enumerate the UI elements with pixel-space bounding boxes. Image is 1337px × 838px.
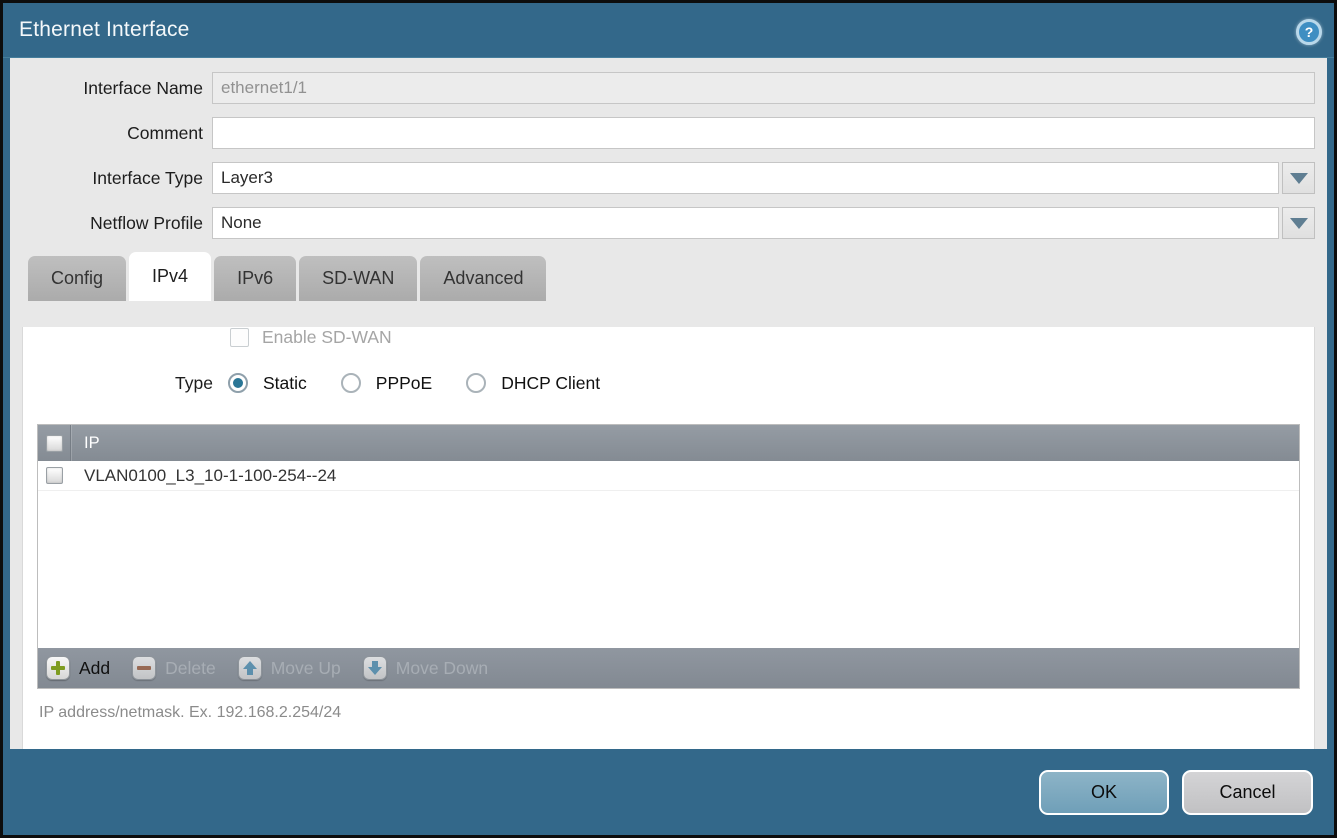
add-button[interactable]: Add bbox=[46, 656, 110, 680]
radio-pppoe[interactable] bbox=[341, 373, 361, 393]
table-row[interactable]: VLAN0100_L3_10-1-100-254--24 bbox=[38, 461, 1299, 491]
form-row-interface-name: Interface Name bbox=[10, 72, 1327, 104]
chevron-down-icon bbox=[1290, 218, 1308, 229]
tab-bar: Config IPv4 IPv6 SD-WAN Advanced bbox=[28, 252, 1327, 301]
interface-name-field bbox=[212, 72, 1315, 104]
move-down-button[interactable]: Move Down bbox=[363, 656, 488, 680]
header-checkbox-cell bbox=[38, 425, 71, 461]
plus-icon bbox=[46, 656, 70, 680]
move-up-button[interactable]: Move Up bbox=[238, 656, 341, 680]
radio-option-dhcp-client[interactable]: DHCP Client bbox=[466, 373, 600, 394]
type-row: Type Static PPPoE DHCP Client bbox=[23, 371, 1314, 395]
radio-dhcp-client-label: DHCP Client bbox=[501, 373, 600, 394]
radio-static[interactable] bbox=[228, 373, 248, 393]
interface-type-dropdown-button[interactable] bbox=[1282, 162, 1315, 194]
radio-pppoe-label: PPPoE bbox=[376, 373, 432, 394]
form-row-netflow-profile: Netflow Profile bbox=[10, 207, 1327, 239]
ethernet-interface-dialog: Ethernet Interface ? Interface Name Comm… bbox=[0, 0, 1337, 838]
chevron-down-icon bbox=[1290, 173, 1308, 184]
form-row-comment: Comment bbox=[10, 117, 1327, 149]
row-checkbox[interactable] bbox=[46, 467, 63, 484]
row-checkbox-cell bbox=[38, 461, 71, 490]
table-toolbar: Add Delete Move Up Move Down bbox=[38, 648, 1299, 688]
radio-option-pppoe[interactable]: PPPoE bbox=[341, 373, 432, 394]
tab-sd-wan[interactable]: SD-WAN bbox=[299, 256, 417, 301]
enable-sdwan-label: Enable SD-WAN bbox=[262, 327, 392, 348]
delete-button[interactable]: Delete bbox=[132, 656, 216, 680]
radio-dhcp-client[interactable] bbox=[466, 373, 486, 393]
comment-label: Comment bbox=[20, 123, 212, 144]
netflow-profile-field[interactable] bbox=[212, 207, 1279, 239]
dialog-footer: OK Cancel bbox=[3, 749, 1334, 835]
arrow-down-icon bbox=[363, 656, 387, 680]
ipv4-tab-panel: Enable SD-WAN Type Static PPPoE DHCP Cli… bbox=[22, 327, 1315, 749]
enable-sdwan-checkbox[interactable] bbox=[230, 328, 249, 347]
ip-address-table: IP VLAN0100_L3_10-1-100-254--24 Add bbox=[37, 424, 1300, 689]
dialog-titlebar: Ethernet Interface ? bbox=[3, 3, 1334, 58]
netflow-profile-dropdown-button[interactable] bbox=[1282, 207, 1315, 239]
ip-entry-value: VLAN0100_L3_10-1-100-254--24 bbox=[71, 466, 336, 486]
type-label: Type bbox=[23, 373, 213, 394]
comment-field[interactable] bbox=[212, 117, 1315, 149]
table-empty-area bbox=[38, 491, 1299, 648]
delete-button-label: Delete bbox=[165, 658, 216, 679]
tab-ipv6[interactable]: IPv6 bbox=[214, 256, 296, 301]
minus-icon bbox=[132, 656, 156, 680]
form-row-interface-type: Interface Type bbox=[10, 162, 1327, 194]
tab-config[interactable]: Config bbox=[28, 256, 126, 301]
tab-ipv4[interactable]: IPv4 bbox=[129, 252, 211, 301]
tab-advanced[interactable]: Advanced bbox=[420, 256, 546, 301]
interface-type-field[interactable] bbox=[212, 162, 1279, 194]
move-down-button-label: Move Down bbox=[396, 658, 488, 679]
cancel-button[interactable]: Cancel bbox=[1182, 770, 1313, 815]
enable-sdwan-row: Enable SD-WAN bbox=[230, 327, 1314, 347]
netflow-profile-label: Netflow Profile bbox=[20, 213, 212, 234]
dialog-title: Ethernet Interface bbox=[19, 18, 190, 42]
ip-column-header: IP bbox=[71, 434, 100, 453]
radio-static-label: Static bbox=[263, 373, 307, 394]
add-button-label: Add bbox=[79, 658, 110, 679]
help-icon[interactable]: ? bbox=[1296, 19, 1322, 45]
select-all-checkbox[interactable] bbox=[46, 435, 63, 452]
interface-name-label: Interface Name bbox=[20, 78, 212, 99]
dialog-body: Interface Name Comment Interface Type Ne… bbox=[10, 58, 1327, 749]
arrow-up-icon bbox=[238, 656, 262, 680]
ip-format-hint: IP address/netmask. Ex. 192.168.2.254/24 bbox=[39, 704, 1314, 722]
move-up-button-label: Move Up bbox=[271, 658, 341, 679]
interface-type-label: Interface Type bbox=[20, 168, 212, 189]
radio-option-static[interactable]: Static bbox=[228, 373, 307, 394]
ip-table-header: IP bbox=[38, 425, 1299, 461]
ok-button[interactable]: OK bbox=[1039, 770, 1169, 815]
